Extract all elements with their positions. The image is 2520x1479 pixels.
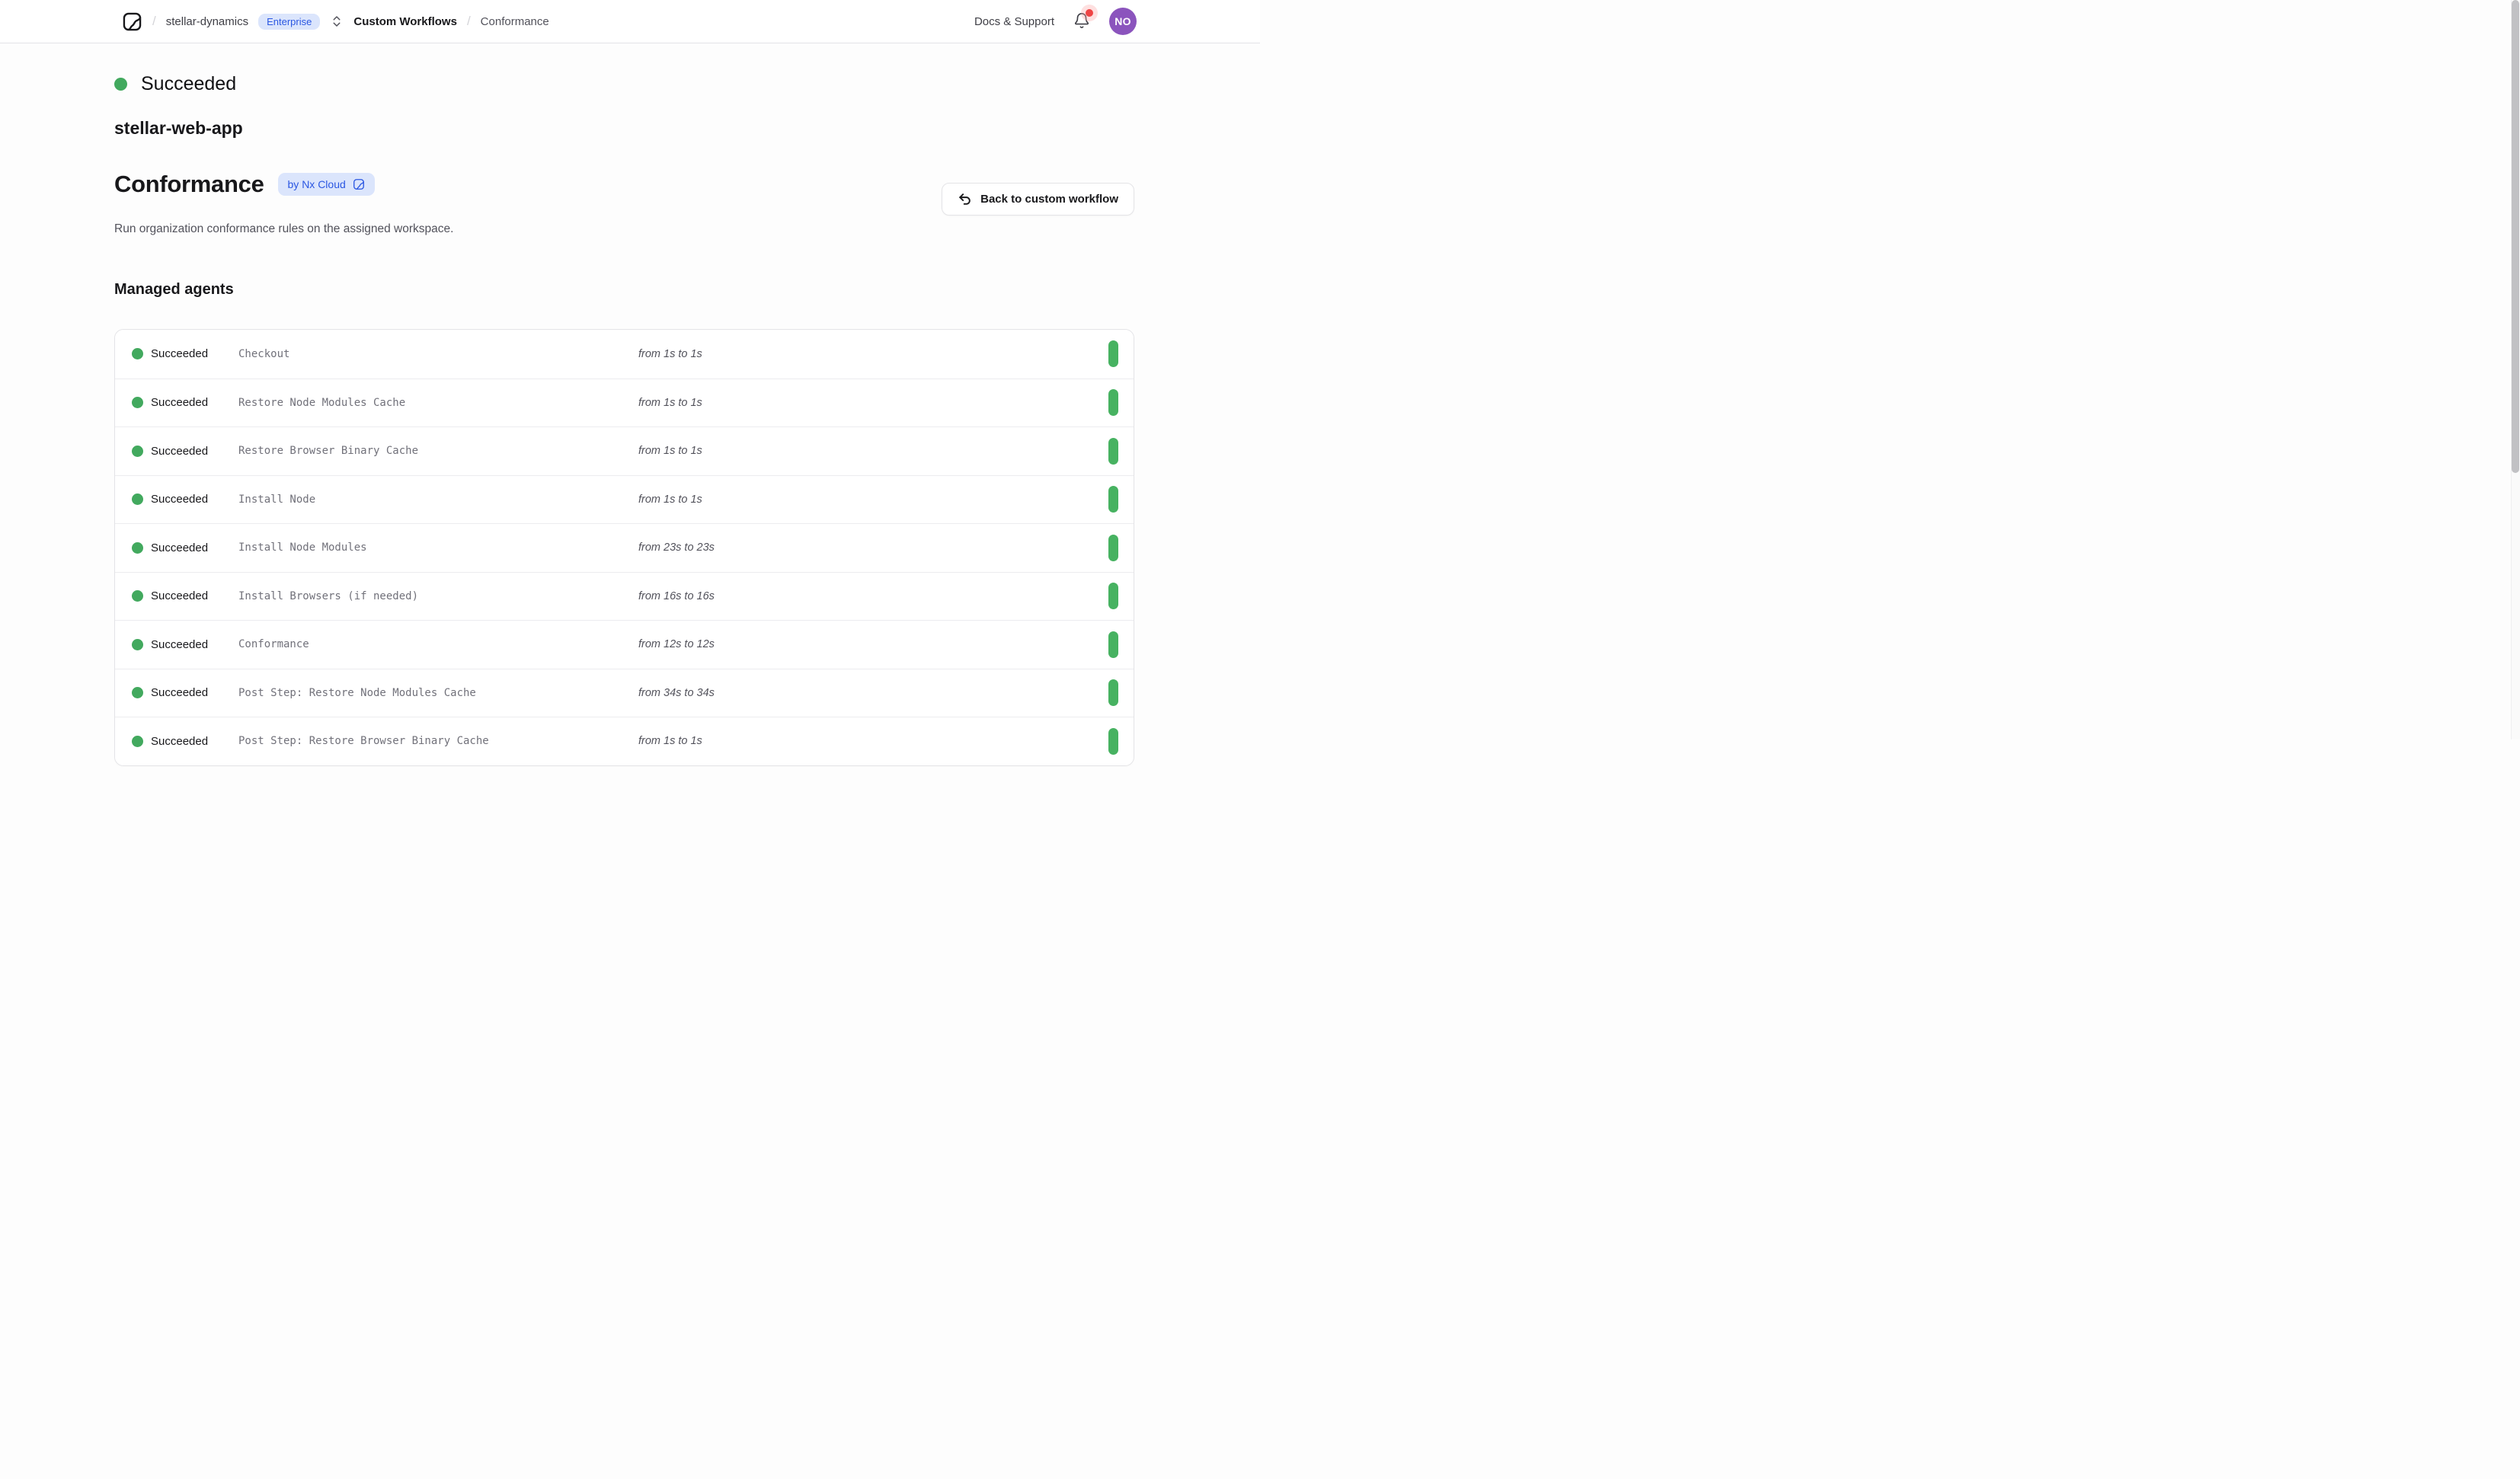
- step-status-label: Succeeded: [151, 445, 208, 458]
- step-status: Succeeded: [132, 396, 238, 409]
- step-status-label: Succeeded: [151, 347, 208, 360]
- agent-step-row[interactable]: Succeeded Post Step: Restore Browser Bin…: [115, 717, 1134, 765]
- agents-list: Succeeded Checkout from 1s to 1s Succeed…: [114, 329, 1134, 766]
- step-status: Succeeded: [132, 445, 238, 458]
- undo-arrow-icon: [958, 192, 972, 206]
- step-duration: from 1s to 1s: [638, 494, 1108, 506]
- step-name: Restore Browser Binary Cache: [238, 445, 638, 457]
- step-name: Restore Node Modules Cache: [238, 397, 638, 409]
- main-content: Succeeded stellar-web-app Conformance by…: [0, 43, 1260, 766]
- step-timeline-bar: [1108, 486, 1118, 513]
- step-status-label: Succeeded: [151, 396, 208, 409]
- step-duration: from 1s to 1s: [638, 397, 1108, 409]
- agent-step-row[interactable]: Succeeded Post Step: Restore Node Module…: [115, 669, 1134, 717]
- org-switcher-button[interactable]: [330, 14, 344, 28]
- step-name: Checkout: [238, 348, 638, 360]
- step-name: Install Browsers (if needed): [238, 590, 638, 602]
- step-name: Post Step: Restore Browser Binary Cache: [238, 735, 638, 747]
- back-button-label: Back to custom workflow: [980, 193, 1118, 206]
- step-status-label: Succeeded: [151, 493, 208, 506]
- step-timeline-bar: [1108, 583, 1118, 609]
- chevrons-up-down-icon: [330, 14, 344, 28]
- step-status-label: Succeeded: [151, 735, 208, 748]
- status-dot: [114, 78, 127, 91]
- status-dot: [132, 446, 143, 457]
- agent-step-row[interactable]: Succeeded Install Node Modules from 23s …: [115, 523, 1134, 572]
- status-dot: [132, 590, 143, 602]
- step-name: Install Node Modules: [238, 541, 638, 554]
- agent-step-row[interactable]: Succeeded Install Browsers (if needed) f…: [115, 572, 1134, 621]
- step-name: Conformance: [238, 638, 638, 650]
- step-status: Succeeded: [132, 735, 238, 748]
- managed-agents-heading: Managed agents: [114, 281, 1134, 299]
- docs-support-link[interactable]: Docs & Support: [974, 15, 1054, 28]
- nx-cloud-mini-logo-icon: [353, 178, 365, 190]
- run-status-label: Succeeded: [141, 73, 236, 95]
- step-status: Succeeded: [132, 347, 238, 360]
- run-status: Succeeded: [114, 73, 1134, 95]
- app-header: / stellar-dynamics Enterprise Custom Wor…: [0, 0, 1260, 43]
- step-timeline-bar: [1108, 535, 1118, 561]
- step-timeline-bar: [1108, 438, 1118, 465]
- step-timeline-bar: [1108, 631, 1118, 658]
- back-to-custom-workflow-button[interactable]: Back to custom workflow: [942, 183, 1134, 216]
- scrollbar-thumb[interactable]: [2512, 0, 2519, 473]
- provider-badge-label: by Nx Cloud: [288, 178, 346, 190]
- header-actions: Docs & Support NO: [974, 8, 1137, 35]
- agent-step-row[interactable]: Succeeded Restore Node Modules Cache fro…: [115, 379, 1134, 427]
- step-timeline-bar: [1108, 679, 1118, 706]
- status-dot: [132, 687, 143, 698]
- org-plan-badge: Enterprise: [258, 14, 320, 30]
- step-status-label: Succeeded: [151, 589, 208, 602]
- page-title: Conformance: [114, 171, 264, 198]
- status-dot: [132, 494, 143, 505]
- scrollbar-track: [2511, 0, 2520, 740]
- step-timeline-bar: [1108, 728, 1118, 755]
- status-dot: [132, 639, 143, 650]
- step-timeline-bar: [1108, 340, 1118, 367]
- agent-step-row[interactable]: Succeeded Checkout from 1s to 1s: [115, 330, 1134, 379]
- step-name: Post Step: Restore Node Modules Cache: [238, 687, 638, 699]
- step-status: Succeeded: [132, 589, 238, 602]
- agent-step-row[interactable]: Succeeded Install Node from 1s to 1s: [115, 475, 1134, 524]
- avatar[interactable]: NO: [1109, 8, 1137, 35]
- step-status: Succeeded: [132, 686, 238, 699]
- step-status-label: Succeeded: [151, 638, 208, 651]
- step-status-label: Succeeded: [151, 686, 208, 699]
- status-dot: [132, 397, 143, 408]
- step-status: Succeeded: [132, 638, 238, 651]
- step-status: Succeeded: [132, 493, 238, 506]
- status-dot: [132, 736, 143, 747]
- nx-cloud-provider-badge[interactable]: by Nx Cloud: [278, 173, 375, 196]
- agent-step-row[interactable]: Succeeded Conformance from 12s to 12s: [115, 620, 1134, 669]
- workflow-description: Run organization conformance rules on th…: [114, 222, 1134, 236]
- breadcrumb-org[interactable]: stellar-dynamics: [166, 15, 248, 28]
- step-status-label: Succeeded: [151, 541, 208, 554]
- breadcrumb-separator: /: [467, 14, 471, 29]
- step-timeline-bar: [1108, 389, 1118, 416]
- notifications-button[interactable]: [1073, 12, 1091, 30]
- step-name: Install Node: [238, 494, 638, 506]
- step-status: Succeeded: [132, 541, 238, 554]
- status-dot: [132, 348, 143, 359]
- agent-step-row[interactable]: Succeeded Restore Browser Binary Cache f…: [115, 426, 1134, 475]
- notification-dot: [1086, 9, 1093, 17]
- breadcrumb-current-page: Conformance: [481, 15, 549, 28]
- breadcrumb-separator: /: [152, 14, 156, 29]
- step-duration: from 1s to 1s: [638, 348, 1108, 360]
- breadcrumb-custom-workflows[interactable]: Custom Workflows: [353, 15, 457, 28]
- nx-cloud-logo-icon[interactable]: [122, 11, 142, 32]
- status-dot: [132, 542, 143, 554]
- step-duration: from 12s to 12s: [638, 638, 1108, 650]
- breadcrumb: / stellar-dynamics Enterprise Custom Wor…: [122, 11, 549, 32]
- step-duration: from 1s to 1s: [638, 735, 1108, 747]
- step-duration: from 1s to 1s: [638, 445, 1108, 457]
- step-duration: from 16s to 16s: [638, 590, 1108, 602]
- step-duration: from 34s to 34s: [638, 687, 1108, 699]
- workspace-title: stellar-web-app: [114, 118, 1134, 139]
- step-duration: from 23s to 23s: [638, 541, 1108, 554]
